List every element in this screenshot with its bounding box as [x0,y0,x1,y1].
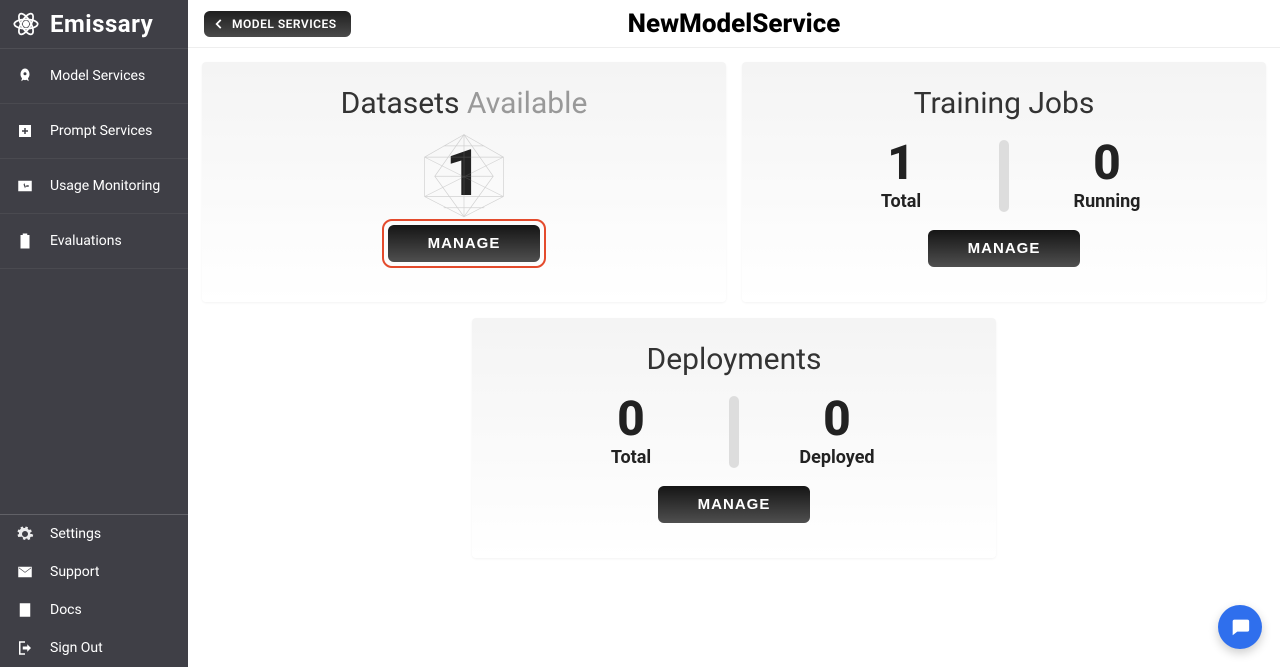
card-training: Training Jobs 1 Total 0 Running MANAGE [742,62,1266,302]
back-label: MODEL SERVICES [232,17,337,31]
sidebar-item-signout[interactable]: Sign Out [0,629,188,667]
sidebar-item-model-services[interactable]: Model Services [0,49,188,104]
card-datasets: Datasets Available 1 MANAGE [202,62,726,302]
main: MODEL SERVICES NewModelService Datasets … [188,0,1280,667]
deploy-total: 0 Total [581,395,681,468]
training-running: 0 Running [1057,139,1157,212]
sidebar-item-docs[interactable]: Docs [0,591,188,629]
nav-label: Settings [50,526,101,542]
plus-box-icon [16,122,34,140]
monitor-heart-icon [16,177,34,195]
card-deploy-title: Deployments [647,342,822,377]
sidebar-item-support[interactable]: Support [0,553,188,591]
title-muted: Available [467,86,587,121]
gear-icon [16,525,34,543]
nav-label: Evaluations [50,233,122,249]
exit-icon [16,639,34,657]
nav-label: Sign Out [50,640,103,656]
nav-label: Usage Monitoring [50,178,160,194]
topbar: MODEL SERVICES NewModelService [188,0,1280,48]
doc-icon [16,601,34,619]
sidebar-item-evaluations[interactable]: Evaluations [0,214,188,269]
brand-name: Emissary [50,10,153,38]
manage-datasets-highlight: MANAGE [382,219,547,268]
sidebar: Emissary Model Services Prompt Services … [0,0,188,667]
sidebar-item-prompt-services[interactable]: Prompt Services [0,104,188,159]
training-stats: 1 Total 0 Running [762,139,1246,212]
nav-primary: Model Services Prompt Services Usage Mon… [0,49,188,269]
chat-fab[interactable] [1218,605,1262,649]
card-datasets-title: Datasets Available [341,86,588,121]
back-breadcrumb[interactable]: MODEL SERVICES [204,11,351,37]
sidebar-item-usage-monitoring[interactable]: Usage Monitoring [0,159,188,214]
title-main: Datasets [341,86,460,121]
card-training-title: Training Jobs [914,86,1095,121]
wireframe-cube-icon [404,129,524,219]
manage-deploy-button[interactable]: MANAGE [658,486,811,523]
nav-secondary: Settings Support Docs Sign Out [0,514,188,667]
divider [729,396,739,468]
clipboard-icon [16,232,34,250]
training-total: 1 Total [851,139,951,212]
chevron-left-icon [212,17,226,31]
card-deployments: Deployments 0 Total 0 Deployed MANAGE [472,318,996,558]
datasets-count-wrap: 1 [446,129,483,219]
page-title: NewModelService [628,9,841,39]
deploy-total-label: Total [611,447,651,468]
content: Datasets Available 1 MANAGE [188,48,1280,667]
deploy-total-value: 0 [617,395,645,443]
divider [999,140,1009,212]
deploy-deployed-label: Deployed [799,447,874,468]
nav-label: Model Services [50,68,145,84]
chat-icon [1229,616,1251,638]
nav-label: Support [50,564,99,580]
manage-datasets-button[interactable]: MANAGE [388,225,541,262]
deploy-deployed-value: 0 [823,395,851,443]
training-total-value: 1 [887,139,915,187]
atom-icon [12,10,40,38]
training-running-value: 0 [1093,139,1121,187]
training-total-label: Total [881,191,921,212]
sidebar-header: Emissary [0,0,188,49]
rocket-icon [16,67,34,85]
sidebar-item-settings[interactable]: Settings [0,515,188,553]
nav-label: Prompt Services [50,123,152,139]
nav-label: Docs [50,602,82,618]
deploy-stats: 0 Total 0 Deployed [492,395,976,468]
training-running-label: Running [1074,191,1141,212]
manage-training-button[interactable]: MANAGE [928,230,1081,267]
mail-icon [16,563,34,581]
deploy-deployed: 0 Deployed [787,395,887,468]
